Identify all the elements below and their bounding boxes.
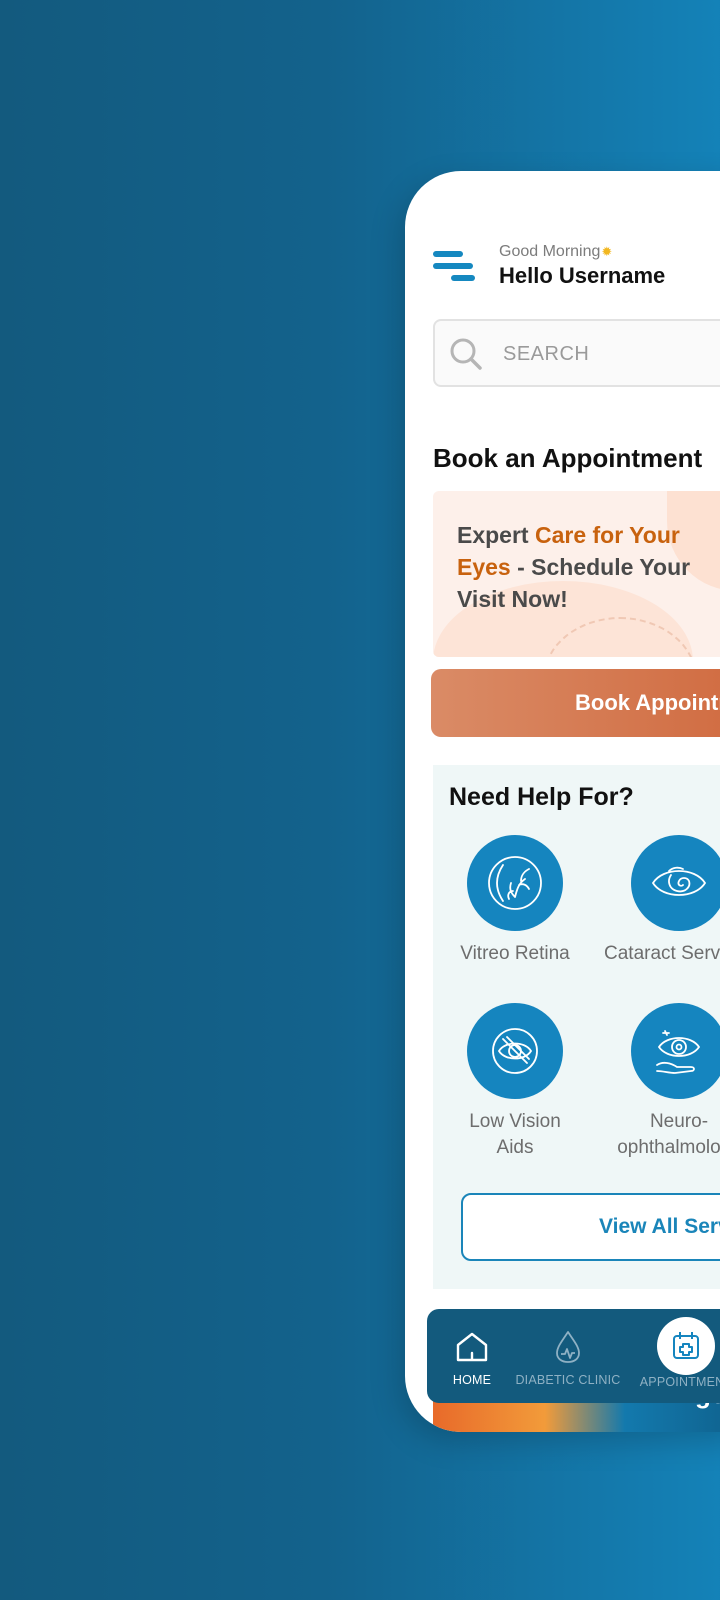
hamburger-menu-icon[interactable] bbox=[433, 249, 477, 283]
sun-icon: ✹ bbox=[601, 244, 613, 259]
service-label: Neuro- ophthalmology bbox=[617, 1111, 720, 1158]
home-icon bbox=[417, 1309, 527, 1365]
help-title: Need Help For? bbox=[449, 783, 634, 811]
help-panel: Need Help For? Vitreo Retina Cataract Se… bbox=[433, 765, 720, 1289]
cataract-eye-icon bbox=[631, 835, 720, 931]
calendar-plus-icon bbox=[657, 1317, 715, 1375]
service-cataract[interactable]: Cataract Services bbox=[599, 835, 720, 967]
nav-home[interactable]: HOME bbox=[417, 1309, 527, 1387]
greeting-title: Hello Username bbox=[499, 263, 666, 288]
book-appointment-button[interactable]: Book Appointment bbox=[431, 669, 720, 737]
nav-diabetic-clinic[interactable]: DIABETIC CLINIC bbox=[513, 1309, 623, 1387]
nav-appointment[interactable]: APPOINTMENT bbox=[631, 1375, 720, 1389]
search-placeholder: SEARCH bbox=[503, 343, 590, 365]
low-vision-eye-icon bbox=[467, 1003, 563, 1099]
service-vitreo-retina[interactable]: Vitreo Retina bbox=[435, 835, 595, 967]
bottom-navigation: HOME DIABETIC CLINIC APPOINTMENT bbox=[427, 1309, 720, 1403]
service-label: Vitreo Retina bbox=[460, 943, 570, 964]
retina-icon bbox=[467, 835, 563, 931]
greeting-subtitle: Good Morning✹ bbox=[499, 243, 613, 260]
neuro-eye-icon bbox=[631, 1003, 720, 1099]
service-label: Low Vision Aids bbox=[469, 1111, 561, 1158]
service-label: Cataract Services bbox=[604, 943, 720, 964]
search-icon bbox=[450, 338, 482, 370]
promo-text: Expert Care for Your Eyes - Schedule You… bbox=[457, 522, 691, 612]
service-low-vision-aids[interactable]: Low Vision Aids bbox=[435, 1003, 595, 1161]
view-all-services-button[interactable]: View All Services bbox=[461, 1193, 720, 1261]
service-neuro-ophthalmology[interactable]: Neuro- ophthalmology bbox=[599, 1003, 720, 1161]
search-input[interactable]: SEARCH bbox=[433, 319, 720, 387]
diabetic-drop-icon bbox=[513, 1309, 623, 1365]
section-title-appointment: Book an Appointment bbox=[433, 443, 703, 473]
promo-banner: Expert Care for Your Eyes - Schedule You… bbox=[433, 491, 720, 657]
phone-frame: Good Morning✹ Hello Username SEARCH Book… bbox=[405, 171, 720, 1432]
